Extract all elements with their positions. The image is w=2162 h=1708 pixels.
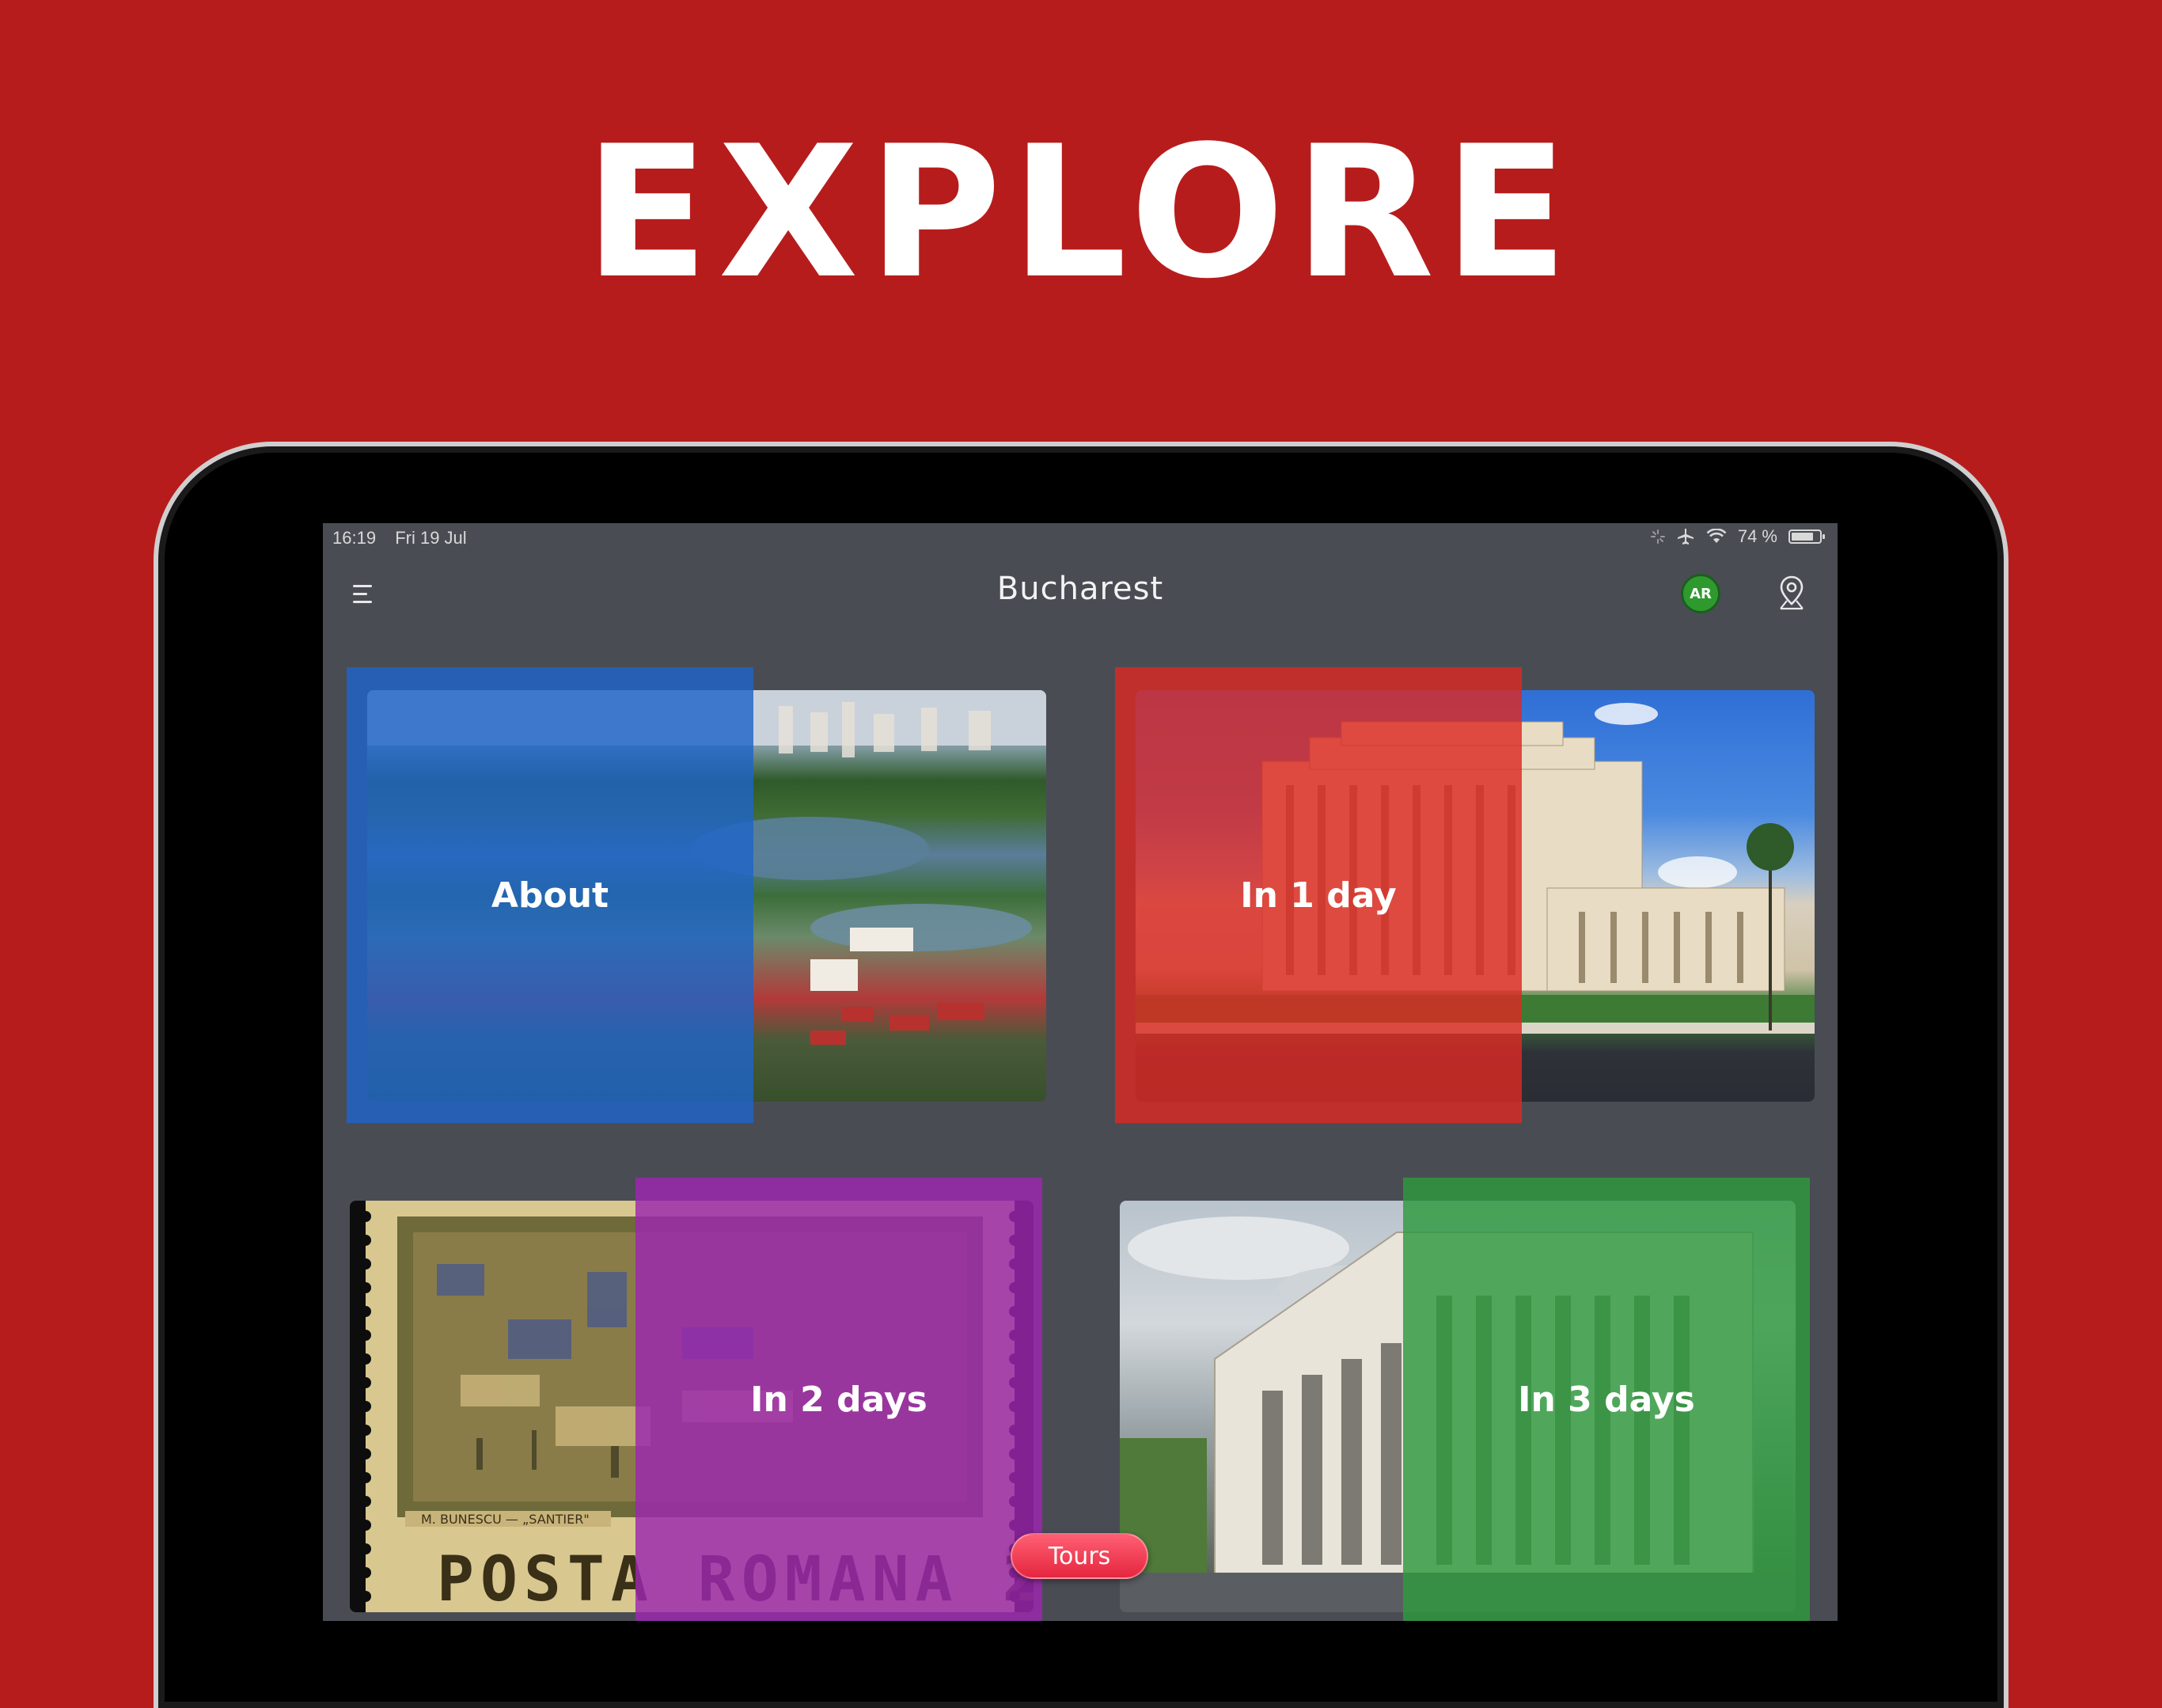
app-screen: 16:19 Fri 19 Jul 74 % Bucharest AR About… <box>323 523 1838 1621</box>
status-date: Fri 19 Jul <box>395 528 467 548</box>
wifi-icon <box>1706 529 1727 543</box>
promo-headline: EXPLORE <box>584 108 1578 319</box>
in-1-day-label: In 1 day <box>1240 875 1397 916</box>
map-pin-icon[interactable] <box>1777 574 1806 612</box>
svg-text:M. BUNESCU — „SANTIER": M. BUNESCU — „SANTIER" <box>421 1512 590 1527</box>
battery-percent: 74 % <box>1737 526 1777 546</box>
battery-icon <box>1788 529 1825 544</box>
in-2-days-overlay[interactable]: In 2 days <box>635 1178 1042 1621</box>
status-time: 16:19 <box>332 528 377 548</box>
in-3-days-label: In 3 days <box>1518 1379 1695 1420</box>
airplane-icon <box>1677 529 1694 545</box>
in-3-days-overlay[interactable]: In 3 days <box>1403 1178 1810 1621</box>
in-2-days-label: In 2 days <box>750 1379 927 1420</box>
loading-spinner-icon <box>1650 529 1665 544</box>
about-label: About <box>491 875 609 916</box>
in-1-day-overlay[interactable]: In 1 day <box>1115 667 1522 1123</box>
page-title: Bucharest <box>996 571 1164 607</box>
tours-tab-button[interactable]: Tours <box>1011 1533 1148 1579</box>
ar-button[interactable]: AR <box>1681 574 1720 613</box>
status-bar: 16:19 Fri 19 Jul 74 % <box>323 523 1838 553</box>
about-overlay[interactable]: About <box>347 667 753 1123</box>
nav-bar: Bucharest AR <box>323 553 1838 626</box>
